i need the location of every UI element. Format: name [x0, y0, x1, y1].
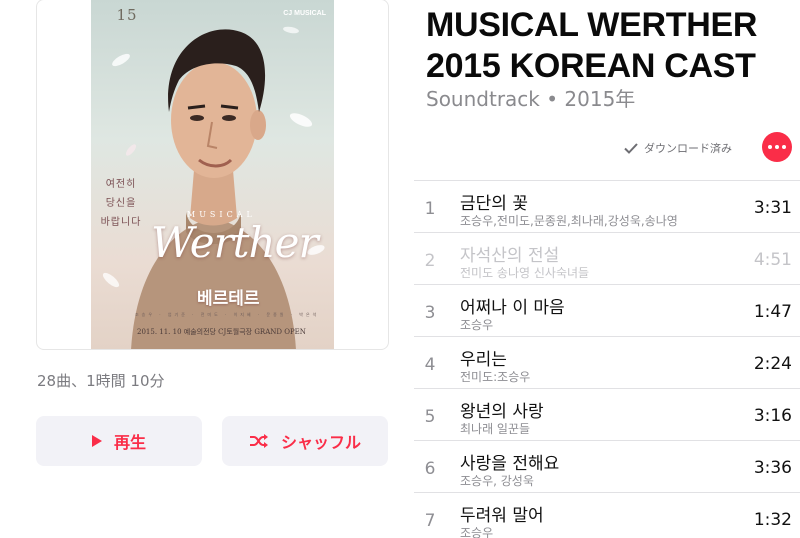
checkmark-icon [624, 142, 638, 154]
track-number: 1 [424, 199, 436, 219]
poster-title-script: Werther [151, 218, 319, 267]
track-number: 2 [424, 251, 436, 271]
play-button[interactable]: 再生 [36, 416, 202, 466]
downloaded-status: ダウンロード済み [624, 140, 732, 156]
track-title: 왕년의 사랑 [460, 402, 544, 422]
track-number: 6 [424, 459, 436, 479]
track-number: 4 [424, 355, 436, 375]
poster-tagline-line: 바랍니다 [100, 217, 142, 228]
track-list: 1 금단의 꽃 조승우,전미도,문종원,최나래,강성욱,송나영 3:31 2 자… [414, 180, 800, 538]
track-duration: 3:36 [753, 458, 792, 478]
track-title: 우리는 [460, 350, 507, 370]
album-title-line: MUSICAL WERTHER [426, 6, 758, 44]
poster-brand-logo: CJ MUSICAL [283, 10, 326, 17]
track-row[interactable]: 5 왕년의 사랑 최나래 일꾼들 3:16 [414, 388, 800, 440]
track-number: 3 [424, 303, 436, 323]
track-row[interactable]: 1 금단의 꽃 조승우,전미도,문종원,최나래,강성욱,송나영 3:31 [414, 180, 800, 232]
track-row[interactable]: 3 어쩌나 이 마음 조승우 1:47 [414, 284, 800, 336]
album-artwork-card[interactable]: 15 CJ MUSICAL 여전히 당신을 바랍니다 MUSICAL Werth… [36, 0, 389, 350]
track-artist: 조승우, 강성욱 [460, 474, 534, 488]
track-number: 5 [424, 407, 436, 427]
poster-tagline-line: 당신을 [105, 198, 137, 209]
track-row[interactable]: 2 자석산의 전설 전미도 송나영 신사숙녀들 4:51 [414, 232, 800, 284]
track-artist: 조승우,전미도,문종원,최나래,강성욱,송나영 [460, 214, 678, 228]
track-artist: 조승우 [460, 318, 494, 332]
track-title: 두려워 말어 [460, 506, 544, 526]
shuffle-button[interactable]: シャッフル [222, 416, 388, 466]
poster-cast-credits: 조승우 · 엄기준 · 전미도 · 이지혜 · 문종원 · 박은석 [135, 312, 320, 317]
track-number: 7 [424, 511, 436, 531]
shuffle-icon [249, 434, 268, 448]
track-artist: 최나래 일꾼들 [460, 422, 531, 436]
ellipsis-icon [775, 145, 779, 149]
track-row[interactable]: 6 사랑을 전해요 조승우, 강성욱 3:36 [414, 440, 800, 492]
album-artwork[interactable]: 15 CJ MUSICAL 여전히 당신을 바랍니다 MUSICAL Werth… [91, 0, 334, 349]
track-row[interactable]: 4 우리는 전미도:조승우 2:24 [414, 336, 800, 388]
album-genre-year: Soundtrack • 2015年 [426, 87, 636, 111]
track-row[interactable]: 7 두려워 말어 조승우 1:32 [414, 492, 800, 538]
track-title: 자석산의 전설 [460, 246, 560, 266]
poster-title-korean: 베르테르 [197, 289, 260, 309]
album-title: MUSICAL WERTHER 2015 KOREAN CAST [426, 5, 796, 87]
play-icon [91, 435, 102, 447]
downloaded-label: ダウンロード済み [644, 142, 732, 155]
poster-date-venue: 2015. 11. 10 예술의전당 CJ토월극장 GRAND OPEN [137, 328, 306, 336]
track-title: 금단의 꽃 [460, 194, 528, 214]
play-button-label: 再生 [113, 433, 146, 452]
track-artist: 조승우 [460, 526, 494, 538]
poster-tagline-line: 여전히 [105, 179, 137, 190]
track-title: 어쩌나 이 마음 [460, 298, 565, 318]
track-duration: 1:47 [753, 302, 792, 322]
track-duration: 1:32 [753, 510, 792, 530]
track-title: 사랑을 전해요 [460, 454, 560, 474]
album-title-line: 2015 KOREAN CAST [426, 47, 756, 85]
ellipsis-icon [782, 145, 786, 149]
shuffle-button-label: シャッフル [280, 433, 361, 452]
track-duration: 2:24 [753, 354, 792, 374]
track-duration: 3:31 [753, 198, 792, 218]
poster-anniversary-badge: 15 [116, 6, 138, 24]
ellipsis-icon [768, 145, 772, 149]
poster-tagline: 여전히 당신을 바랍니다 [99, 175, 143, 232]
track-duration: 3:16 [753, 406, 792, 426]
album-track-count-duration: 28曲、1時間 10分 [37, 372, 165, 390]
track-duration: 4:51 [753, 250, 792, 270]
more-options-button[interactable] [762, 132, 792, 162]
track-artist: 전미도 송나영 신사숙녀들 [460, 266, 590, 280]
track-artist: 전미도:조승우 [460, 370, 531, 384]
